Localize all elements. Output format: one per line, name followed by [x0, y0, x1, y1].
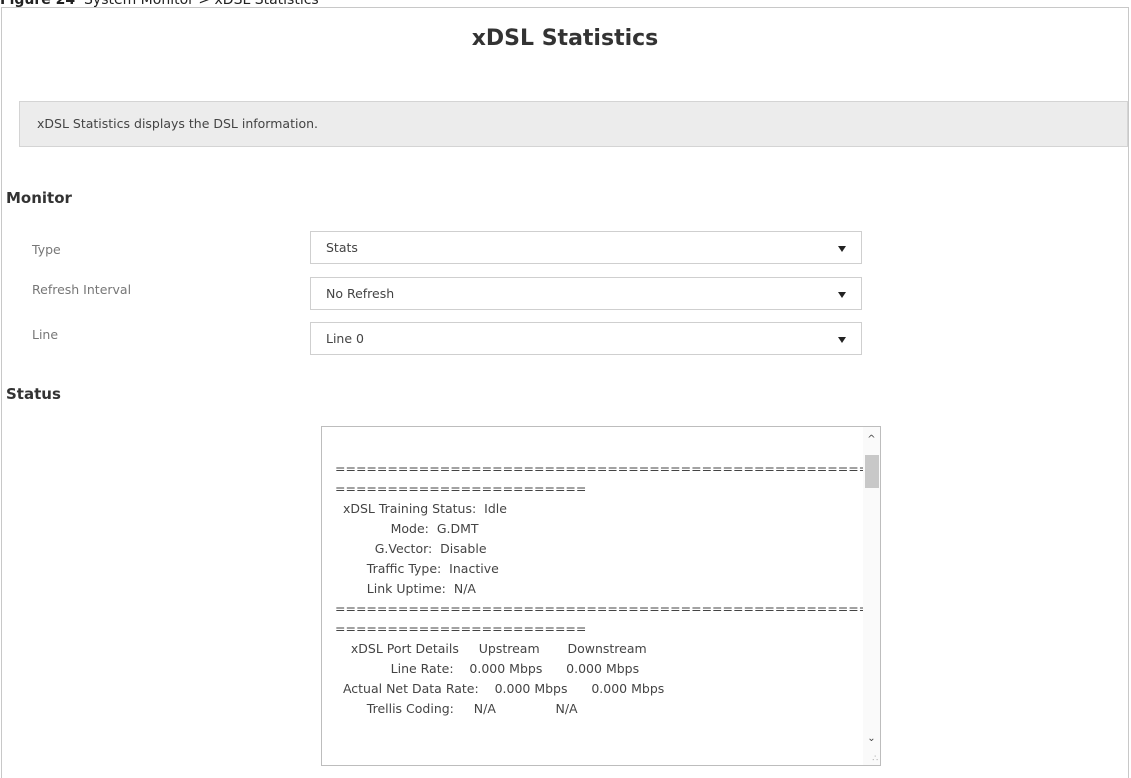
info-box: xDSL Statistics displays the DSL informa…: [19, 101, 1128, 147]
page-title: xDSL Statistics: [471, 26, 659, 51]
status-textarea[interactable]: ======================== ================…: [321, 426, 881, 766]
status-line: Link Uptime: N/A: [335, 581, 476, 596]
resize-grip-icon[interactable]: ∴: [868, 754, 878, 764]
status-line: ========================: [335, 621, 587, 636]
type-label: Type: [32, 242, 61, 257]
type-select[interactable]: Stats: [310, 231, 862, 264]
status-line: xDSL Training Status: Idle: [335, 501, 507, 516]
status-line: G.Vector: Disable: [335, 541, 487, 556]
status-line: ========================================…: [335, 461, 881, 476]
chevron-down-icon: [838, 292, 846, 298]
status-line: [335, 439, 855, 459]
scrollbar-thumb[interactable]: [865, 455, 879, 488]
type-select-value: Stats: [326, 240, 358, 255]
chevron-down-icon: [838, 337, 846, 343]
status-line: ========================================…: [335, 601, 881, 616]
line-select-value: Line 0: [326, 331, 364, 346]
status-line: Line Rate: 0.000 Mbps 0.000 Mbps: [335, 661, 640, 676]
settings-panel: xDSL Statistics xDSL Statistics displays…: [1, 7, 1129, 778]
scroll-up-icon[interactable]: ^: [863, 431, 880, 448]
refresh-interval-label: Refresh Interval: [32, 282, 132, 297]
status-line: xDSL Port Details Upstream Downstream: [335, 641, 647, 656]
line-label: Line: [32, 327, 59, 342]
chevron-down-icon: [838, 246, 846, 252]
status-text: ======================== ================…: [335, 439, 881, 719]
status-line: Mode: G.DMT: [335, 521, 479, 536]
scrollbar[interactable]: ^ ⌄: [863, 427, 880, 765]
status-line: Trellis Coding: N/A N/A: [335, 701, 578, 716]
status-line: Actual Net Data Rate: 0.000 Mbps 0.000 M…: [335, 681, 665, 696]
status-line: Traffic Type: Inactive: [335, 561, 499, 576]
status-line: ========================: [335, 481, 587, 496]
line-select[interactable]: Line 0: [310, 322, 862, 355]
refresh-interval-select-value: No Refresh: [326, 286, 395, 301]
status-section-title: Status: [6, 385, 61, 403]
refresh-interval-select[interactable]: No Refresh: [310, 277, 862, 310]
info-description: xDSL Statistics displays the DSL informa…: [37, 116, 318, 131]
scroll-down-icon[interactable]: ⌄: [863, 730, 880, 747]
monitor-section-title: Monitor: [6, 189, 72, 207]
